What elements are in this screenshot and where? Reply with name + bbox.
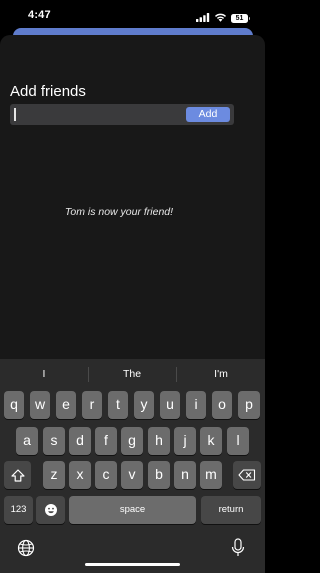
key-w[interactable]: w [30, 391, 50, 419]
space-key[interactable]: space [69, 496, 196, 524]
key-d[interactable]: d [69, 427, 91, 455]
shift-key[interactable] [4, 461, 31, 489]
status-bar: 4:47 51 [0, 0, 265, 30]
key-v[interactable]: v [121, 461, 143, 489]
wifi-icon [214, 9, 227, 27]
suggestion-item[interactable]: The [88, 359, 176, 390]
key-s[interactable]: s [43, 427, 65, 455]
key-b[interactable]: b [148, 461, 170, 489]
page-title: Add friends [10, 83, 86, 100]
key-z[interactable]: z [43, 461, 65, 489]
backspace-key[interactable] [233, 461, 261, 489]
key-i[interactable]: i [186, 391, 206, 419]
home-indicator[interactable] [85, 563, 180, 566]
key-t[interactable]: t [108, 391, 128, 419]
key-m[interactable]: m [200, 461, 222, 489]
add-friend-row: Add [10, 104, 234, 125]
emoji-icon [44, 501, 58, 517]
key-y[interactable]: y [134, 391, 154, 419]
numbers-key[interactable]: 123 [4, 496, 33, 524]
add-friends-sheet: Add friends Add Tom is now your friend! [0, 35, 265, 365]
key-f[interactable]: f [95, 427, 117, 455]
suggestion-bar: I The I'm [0, 359, 265, 390]
key-o[interactable]: o [212, 391, 232, 419]
key-u[interactable]: u [160, 391, 180, 419]
key-e[interactable]: e [56, 391, 76, 419]
globe-icon[interactable] [17, 539, 35, 562]
battery-icon: 51 [231, 13, 250, 23]
key-g[interactable]: g [121, 427, 143, 455]
suggestion-item[interactable]: I'm [177, 359, 265, 390]
keyboard: I The I'm q w e r t y u i o p a s d f g … [0, 359, 265, 573]
friend-name-input[interactable] [18, 104, 183, 125]
cellular-signal-icon [196, 9, 210, 27]
key-x[interactable]: x [69, 461, 91, 489]
key-k[interactable]: k [200, 427, 222, 455]
backspace-icon [238, 466, 256, 482]
emoji-key[interactable] [36, 496, 65, 524]
return-key[interactable]: return [201, 496, 261, 524]
text-cursor [14, 108, 16, 121]
key-q[interactable]: q [4, 391, 24, 419]
key-h[interactable]: h [148, 427, 170, 455]
add-button[interactable]: Add [186, 107, 230, 122]
microphone-icon[interactable] [231, 538, 245, 563]
shift-icon [10, 466, 25, 482]
key-r[interactable]: r [82, 391, 102, 419]
key-p[interactable]: p [238, 391, 260, 419]
key-n[interactable]: n [174, 461, 196, 489]
key-c[interactable]: c [95, 461, 117, 489]
status-message: Tom is now your friend! [64, 206, 174, 218]
key-j[interactable]: j [174, 427, 196, 455]
suggestion-item[interactable]: I [0, 359, 88, 390]
status-time: 4:47 [28, 9, 51, 21]
key-a[interactable]: a [16, 427, 38, 455]
key-l[interactable]: l [227, 427, 249, 455]
status-icons: 51 [196, 9, 250, 27]
